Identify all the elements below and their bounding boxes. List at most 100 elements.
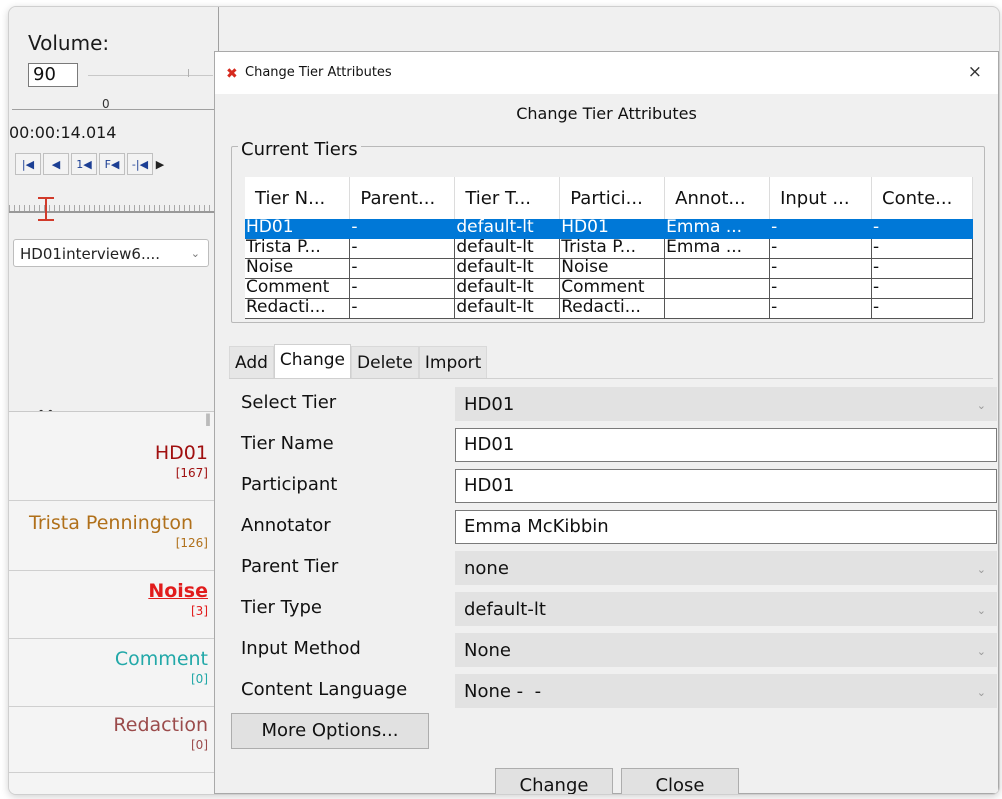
parent-tier-label: Parent Tier xyxy=(241,556,339,577)
play-icon[interactable]: ▶ xyxy=(155,153,165,175)
elan-app-icon: ✖ xyxy=(226,66,238,82)
column-header[interactable]: Tier T... xyxy=(454,177,561,219)
table-cell: - xyxy=(769,219,873,239)
table-cell: Comment xyxy=(245,278,351,299)
input-method-label: Input Method xyxy=(241,638,361,659)
tier-label-name: Noise xyxy=(148,580,208,602)
elan-main-window: Volume: 90 0 00:00:14.014 |◀ ◀ 1◀ F◀ -|◀ ▶ HD… xyxy=(8,6,1000,795)
volume-slider-track[interactable] xyxy=(88,75,213,76)
tab-change[interactable]: Change xyxy=(273,344,352,378)
tier-label-row[interactable]: HD01 [167] xyxy=(9,432,214,501)
table-cell: - xyxy=(349,219,456,239)
select-tier-label: Select Tier xyxy=(241,392,337,413)
timeline-ruler[interactable] xyxy=(9,189,219,225)
select-tier-combo[interactable]: HD01 ⌄ xyxy=(455,387,997,421)
table-cell: default-lt xyxy=(454,258,561,279)
column-header[interactable]: Parent... xyxy=(349,177,456,219)
parent-tier-combo[interactable]: none ⌄ xyxy=(455,551,997,585)
parent-tier-row: Parent Tier none ⌄ xyxy=(229,549,997,587)
table-cell: Comment xyxy=(559,278,666,299)
tier-label-row[interactable]: Comment [0] xyxy=(9,638,214,707)
crosshair-cursor[interactable] xyxy=(45,197,47,221)
table-cell: default-lt xyxy=(454,298,561,319)
change-button[interactable]: Change xyxy=(495,768,613,794)
volume-input[interactable]: 90 xyxy=(28,63,78,87)
tier-annotation-count: [0] xyxy=(191,672,208,686)
table-cell: Noise xyxy=(245,258,351,279)
tab-import[interactable]: Import xyxy=(418,346,488,378)
table-cell: - xyxy=(349,258,456,279)
input-method-combo[interactable]: None ⌄ xyxy=(455,633,997,667)
previous-annotation-icon[interactable]: -|◀ xyxy=(127,153,153,175)
column-header[interactable]: Input ... xyxy=(769,177,873,219)
dialog-heading: Change Tier Attributes xyxy=(516,104,697,123)
media-controls-pane: Volume: 90 0 00:00:14.014 |◀ ◀ 1◀ F◀ -|◀ ▶ HD… xyxy=(9,7,224,794)
tier-label-name: Comment xyxy=(114,648,208,670)
dialog-window-title: Change Tier Attributes xyxy=(245,65,392,80)
table-row[interactable]: Comment - default-lt Comment - - xyxy=(245,278,973,299)
dialog-titlebar: ✖ Change Tier Attributes × xyxy=(215,52,998,94)
annotator-input[interactable]: Emma McKibbin xyxy=(455,510,997,544)
close-button[interactable]: Close xyxy=(621,768,739,794)
table-row[interactable]: Noise - default-lt Noise - - xyxy=(245,258,973,279)
table-cell: - xyxy=(871,278,973,299)
chevron-down-icon: ⌄ xyxy=(190,247,200,260)
panel-splitter-icon[interactable]: ‖ xyxy=(205,412,211,426)
column-header[interactable]: Annot... xyxy=(664,177,771,219)
tier-name-input[interactable]: HD01 xyxy=(455,428,997,462)
tier-name-row: Tier Name HD01 xyxy=(229,426,997,464)
table-cell: - xyxy=(349,298,456,319)
more-options-button[interactable]: More Options... xyxy=(231,713,429,749)
tier-label-row[interactable]: Trista Pennington [126] xyxy=(9,502,214,571)
content-language-combo[interactable]: None - - ⌄ xyxy=(455,674,997,708)
tab-add[interactable]: Add xyxy=(229,346,274,378)
participant-input[interactable]: HD01 xyxy=(455,469,997,503)
tier-name-label: Tier Name xyxy=(241,433,334,454)
tier-label-name: Redaction xyxy=(113,714,208,736)
transport-toolbar: |◀ ◀ 1◀ F◀ -|◀ ▶ xyxy=(15,153,165,175)
tier-action-tabs: Add Change Delete Import xyxy=(229,344,488,378)
step-back-icon[interactable]: 1◀ xyxy=(71,153,97,175)
chevron-down-icon: ⌄ xyxy=(976,563,986,576)
previous-frame-icon[interactable]: ◀ xyxy=(43,153,69,175)
volume-slider-tick xyxy=(188,69,189,77)
tier-label-row[interactable]: Noise [3] xyxy=(9,570,214,639)
tier-label-name: HD01 xyxy=(154,442,208,464)
content-language-label: Content Language xyxy=(241,679,408,700)
tier-name-panel: HD01 [167] Trista Pennington [126] Noise [3] C… xyxy=(9,411,221,794)
document-select[interactable]: HD01interview6.... ⌄ xyxy=(13,239,209,267)
tab-delete[interactable]: Delete xyxy=(351,346,419,378)
tier-type-label: Tier Type xyxy=(241,597,322,618)
tier-label-row[interactable]: Redaction [0] xyxy=(9,704,214,773)
tier-type-row: Tier Type default-lt ⌄ xyxy=(229,590,997,628)
tier-type-combo[interactable]: default-lt ⌄ xyxy=(455,592,997,626)
tier-annotation-count: [3] xyxy=(191,604,208,618)
column-header[interactable]: Conte... xyxy=(871,177,973,219)
change-tier-form: Select Tier HD01 ⌄ Tier Name HD01 Partic… xyxy=(229,378,997,755)
table-cell: - xyxy=(769,258,873,279)
table-row[interactable]: Redacti... - default-lt Redacti... - - xyxy=(245,298,973,319)
column-header[interactable]: Tier N... xyxy=(245,177,351,219)
go-to-begin-icon[interactable]: |◀ xyxy=(15,153,41,175)
parent-tier-value: none xyxy=(464,558,509,579)
table-cell: - xyxy=(871,238,973,259)
table-row[interactable]: HD01- default-lt HD01 Emma ... - - xyxy=(245,219,973,239)
table-cell: Trista P... xyxy=(245,238,351,259)
frame-back-icon[interactable]: F◀ xyxy=(99,153,125,175)
table-cell: - xyxy=(349,238,456,259)
column-header[interactable]: Partici... xyxy=(559,177,666,219)
input-method-row: Input Method None ⌄ xyxy=(229,631,997,669)
select-tier-row: Select Tier HD01 ⌄ xyxy=(229,385,997,423)
close-icon[interactable]: × xyxy=(968,62,982,82)
table-row[interactable]: Trista P... - default-lt Trista P... Emma ..… xyxy=(245,238,973,259)
table-cell: Noise xyxy=(559,258,666,279)
select-tier-value: HD01 xyxy=(464,394,515,415)
table-cell: Redacti... xyxy=(559,298,666,319)
chevron-down-icon: ⌄ xyxy=(976,645,986,658)
volume-label: Volume: xyxy=(28,31,110,55)
table-cell: Trista P... xyxy=(559,238,666,259)
table-cell: - xyxy=(871,258,973,279)
table-cell: HD01 xyxy=(245,219,351,239)
table-cell: HD01 xyxy=(559,219,666,239)
table-cell: default-lt xyxy=(454,219,561,239)
